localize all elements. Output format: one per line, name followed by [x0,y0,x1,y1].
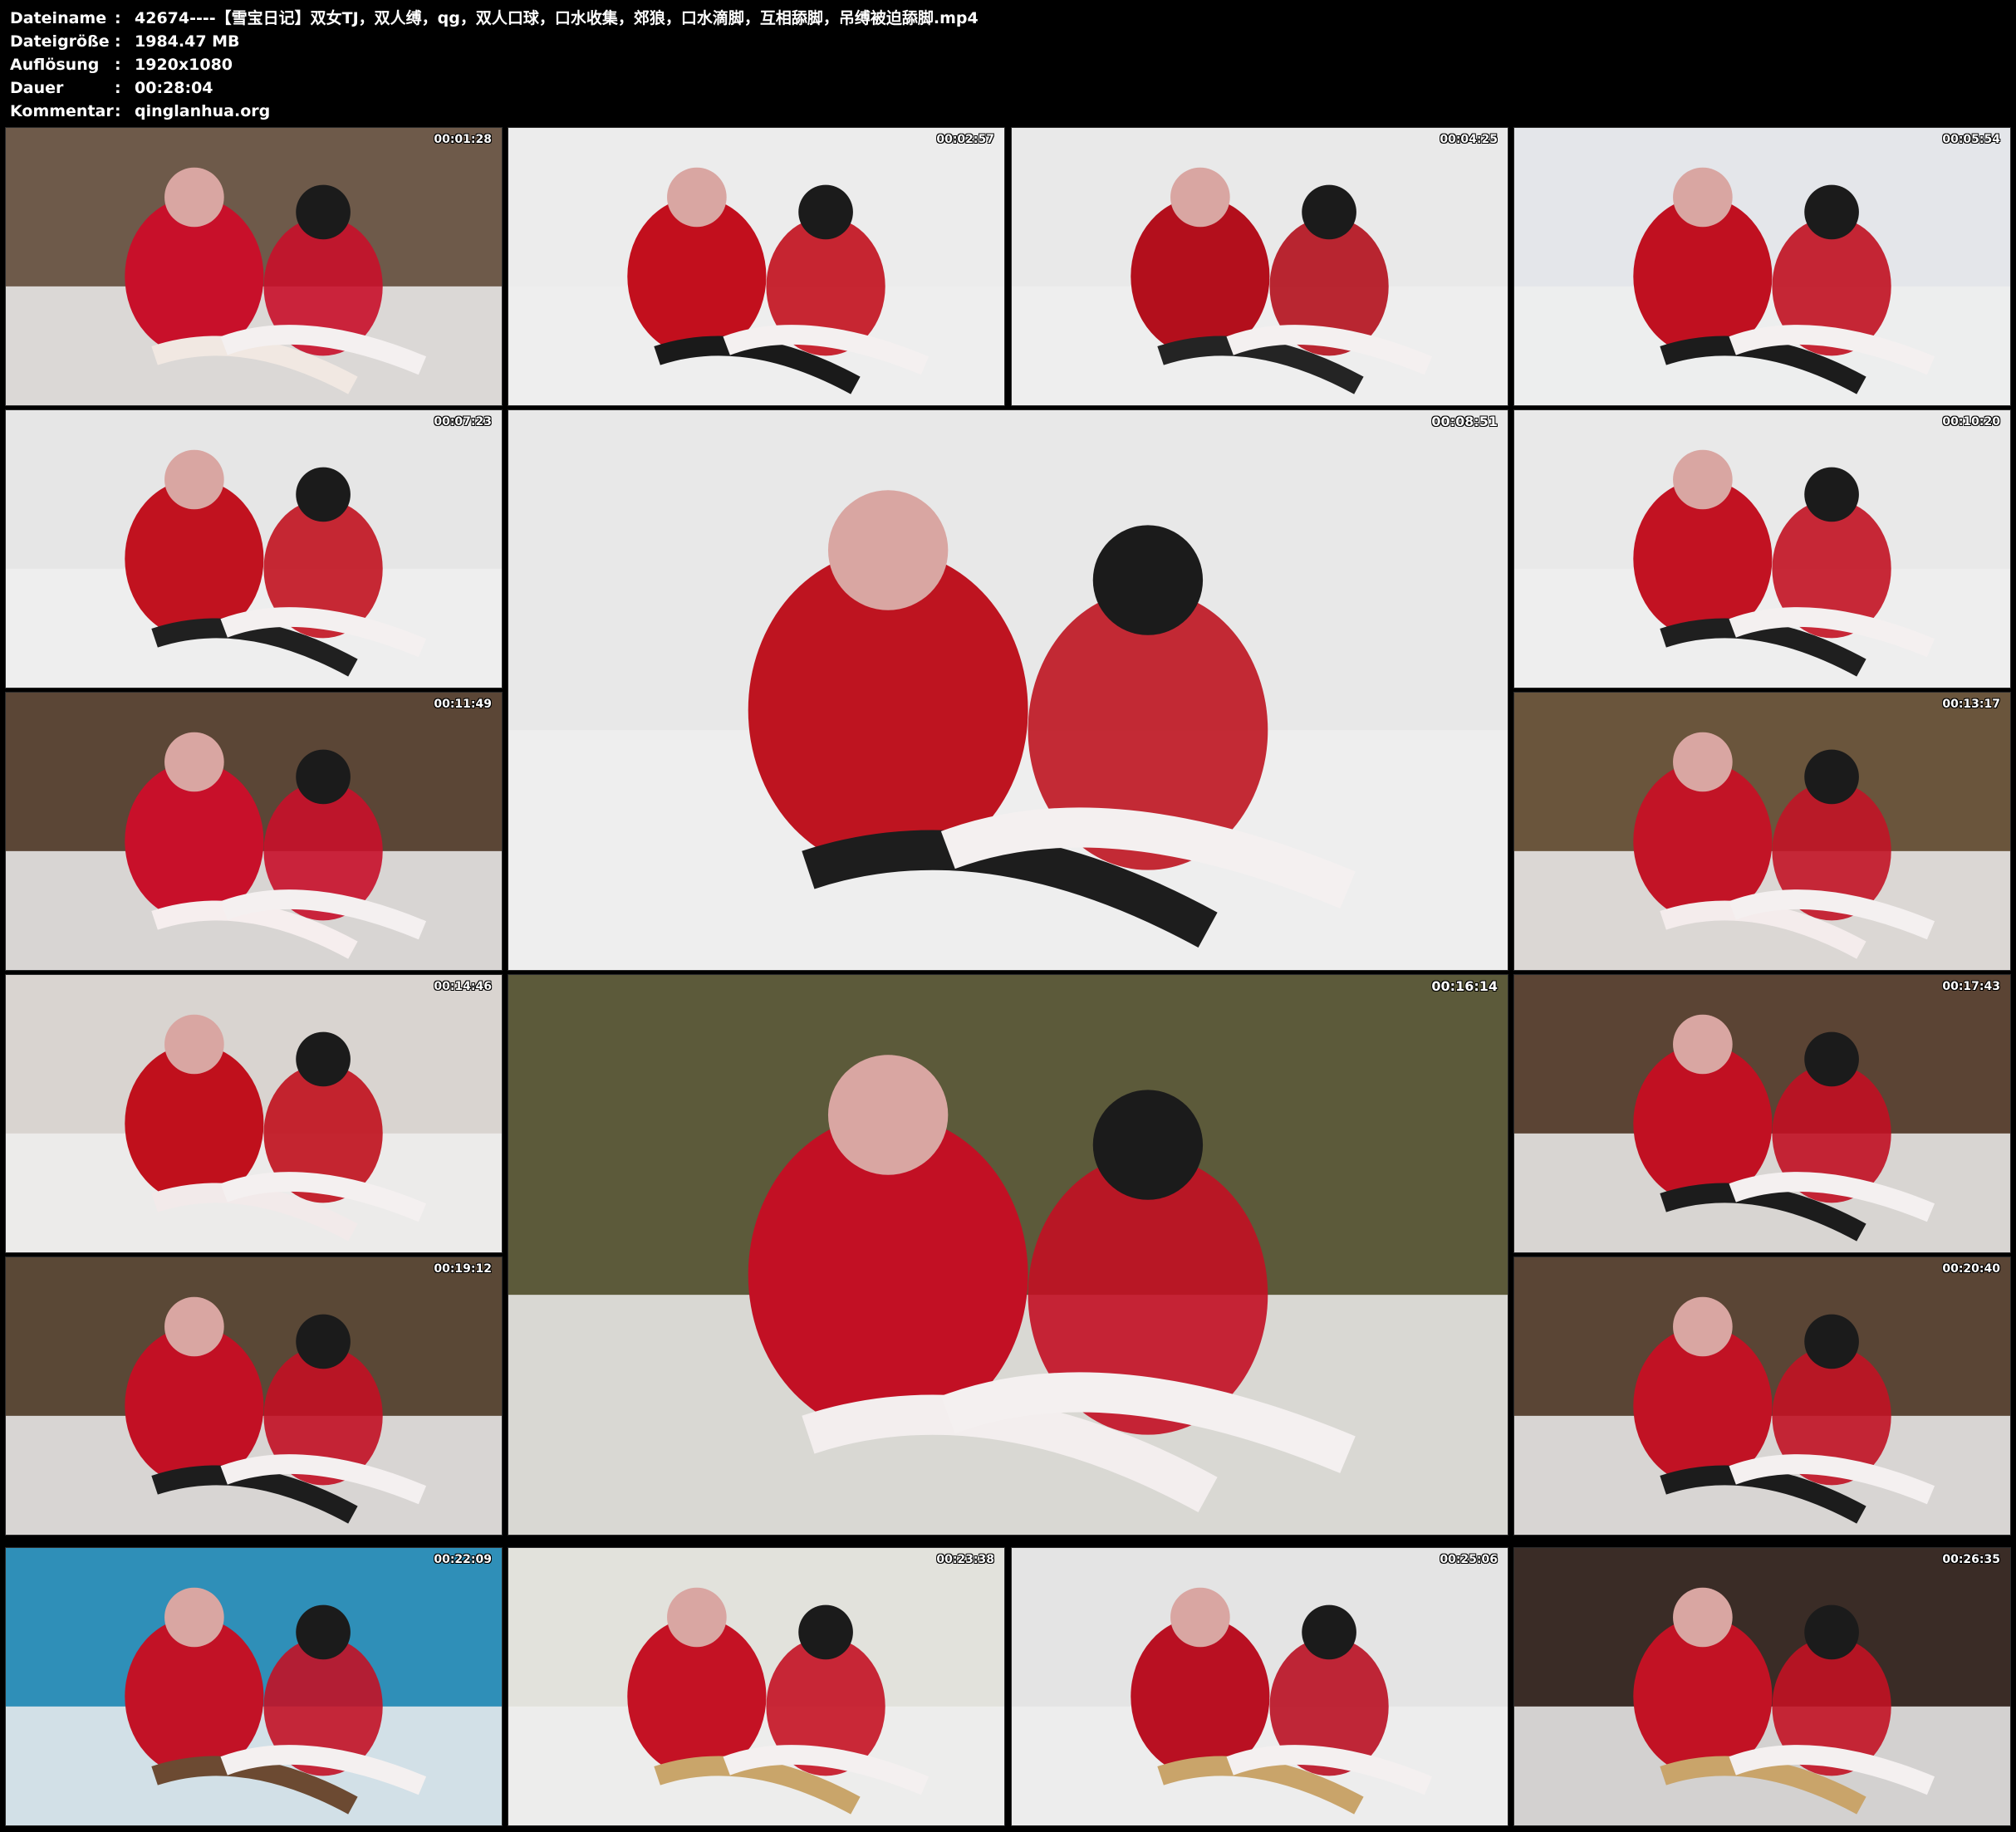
video-thumbnail[interactable]: 00:23:38 [508,1547,1005,1826]
thumbnail-timestamp: 00:11:49 [434,698,492,711]
thumbnail-image [508,975,1508,1535]
thumbnail-image [6,1257,502,1535]
thumbnail-timestamp: 00:19:12 [434,1262,492,1276]
thumbnail-timestamp: 00:04:25 [1440,133,1498,146]
video-thumbnail[interactable]: 00:01:28 [5,127,503,406]
thumbnail-image [1012,1548,1508,1825]
thumbnail-timestamp: 00:10:20 [1942,415,2000,429]
video-thumbnail[interactable]: 00:20:40 [1513,1256,2011,1536]
thumbnail-image [1514,128,2010,405]
thumbnail-image [1012,128,1508,405]
thumbnail-timestamp: 00:26:35 [1942,1553,2000,1566]
video-thumbnail[interactable]: 00:04:25 [1011,127,1508,406]
video-thumbnail[interactable]: 00:17:43 [1513,974,2011,1253]
thumbnail-image [508,1548,1004,1825]
thumbnail-timestamp: 00:20:40 [1942,1262,2000,1276]
thumbnail-image [1514,1257,2010,1535]
thumbnail-image [6,693,502,970]
thumbnail-image [1514,1548,2010,1825]
thumbnail-image [6,410,502,688]
thumbnail-timestamp: 00:17:43 [1942,980,2000,993]
thumbnail-timestamp: 00:08:51 [1431,414,1498,429]
thumbnail-timestamp: 00:23:38 [936,1553,994,1566]
video-thumbnail[interactable]: 00:13:17 [1513,692,2011,971]
video-thumbnail[interactable]: 00:26:35 [1513,1547,2011,1826]
thumbnail-timestamp: 00:16:14 [1431,978,1498,994]
thumbnail-timestamp: 00:02:57 [936,133,994,146]
thumbnail-timestamp: 00:13:17 [1942,698,2000,711]
thumbnail-image [6,975,502,1252]
thumbnail-image [508,410,1508,970]
video-thumbnail[interactable]: 00:08:51 [508,409,1508,971]
thumbnail-image [508,128,1004,405]
thumbnail-timestamp: 00:07:23 [434,415,492,429]
video-thumbnail[interactable]: 00:11:49 [5,692,503,971]
video-thumbnail[interactable]: 00:05:54 [1513,127,2011,406]
video-thumbnail[interactable]: 00:07:23 [5,409,503,688]
thumbnail-timestamp: 00:14:46 [434,980,492,993]
thumbnail-image [6,1548,502,1825]
video-thumbnail[interactable]: 00:19:12 [5,1256,503,1536]
video-thumbnail[interactable]: 00:10:20 [1513,409,2011,688]
video-thumbnail[interactable]: 00:14:46 [5,974,503,1253]
video-thumbnail[interactable]: 00:02:57 [508,127,1005,406]
thumbnail-grid: 00:01:28 00:02:57 00:04:25 00:05:54 00:07:23… [0,0,2016,1832]
thumbnail-image [1514,410,2010,688]
thumbnail-timestamp: 00:01:28 [434,133,492,146]
thumbnail-timestamp: 00:22:09 [434,1553,492,1566]
video-thumbnail[interactable]: 00:25:06 [1011,1547,1508,1826]
thumbnail-timestamp: 00:25:06 [1440,1553,1498,1566]
video-thumbnail[interactable]: 00:16:14 [508,974,1508,1536]
thumbnail-image [6,128,502,405]
thumbnail-image [1514,975,2010,1252]
thumbnail-image [1514,693,2010,970]
video-thumbnail[interactable]: 00:22:09 [5,1547,503,1826]
thumbnail-timestamp: 00:05:54 [1942,133,2000,146]
